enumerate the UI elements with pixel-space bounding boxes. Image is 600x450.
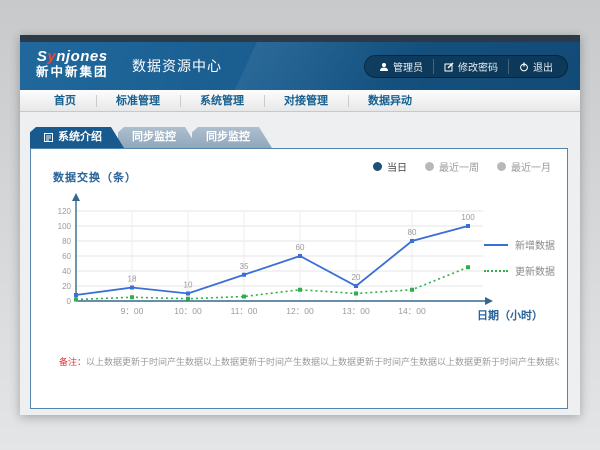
chart-panel: 当日 最近一周 最近一月 数据交换（条） 0 20 40 60 80 100 120 9：00… (30, 148, 568, 409)
data-point (130, 295, 134, 299)
data-point (466, 265, 470, 269)
data-point-label: 20 (352, 273, 361, 282)
user-menu-admin[interactable]: 管理员 (369, 59, 433, 74)
radio-last-month[interactable]: 最近一月 (497, 159, 551, 174)
tab-bar: 系统介绍 同步监控 同步监控 (30, 127, 266, 148)
solid-line-swatch (484, 244, 508, 246)
nav-item-home[interactable]: 首页 (34, 90, 96, 111)
data-point-label: 35 (240, 262, 249, 271)
app-header: Synjones 新中新集团 数据资源中心 管理员 修改密码 退出 (20, 42, 580, 90)
y-tick-label: 80 (62, 237, 71, 246)
data-point (186, 297, 190, 301)
page-title: 数据资源中心 (132, 42, 222, 90)
legend-item-updated-data[interactable]: 更新数据 (484, 263, 555, 278)
radio-dot (425, 162, 434, 171)
data-point (130, 286, 134, 290)
data-point (298, 288, 302, 292)
x-tick-label: 11：00 (231, 306, 258, 316)
legend-item-new-data[interactable]: 新增数据 (484, 237, 555, 252)
data-point-label: 10 (184, 281, 193, 290)
data-point (410, 288, 414, 292)
y-tick-label: 20 (62, 282, 71, 291)
data-point (354, 292, 358, 296)
company-logo: Synjones 新中新集团 (36, 48, 109, 80)
radio-selected-dot (373, 162, 382, 171)
y-axis-title: 数据交换（条） (53, 169, 137, 185)
x-tick-label: 9：00 (121, 306, 144, 316)
logo-subtext: 新中新集团 (36, 65, 109, 79)
change-password-button[interactable]: 修改密码 (433, 59, 508, 74)
edit-icon (444, 62, 454, 72)
y-tick-label: 60 (62, 252, 71, 261)
data-point (466, 224, 470, 228)
window-top-strip (20, 35, 580, 42)
user-icon (379, 62, 389, 72)
note-text: 以上数据更新于时间产生数据以上数据更新于时间产生数据以上数据更新于时间产生数据以… (86, 357, 559, 367)
tab-sync-monitor-2[interactable]: 同步监控 (192, 127, 272, 148)
y-tick-label: 40 (62, 267, 71, 276)
tab-sync-monitor-1[interactable]: 同步监控 (118, 127, 198, 148)
user-menu: 管理员 修改密码 退出 (364, 55, 568, 78)
data-point (74, 293, 78, 297)
time-range-filter: 当日 最近一周 最近一月 (373, 159, 551, 174)
nav-item-integration-mgmt[interactable]: 对接管理 (264, 90, 348, 111)
y-tick-label: 100 (58, 222, 72, 231)
data-point-label: 60 (296, 243, 305, 252)
app-window: Synjones 新中新集团 数据资源中心 管理员 修改密码 退出 首页 标准管… (20, 35, 580, 415)
footer-note: 备注：以上数据更新于时间产生数据以上数据更新于时间产生数据以上数据更新于时间产生… (59, 355, 559, 368)
data-point-label: 100 (461, 213, 475, 222)
data-point (242, 295, 246, 299)
y-tick-label: 120 (58, 207, 72, 216)
y-axis-arrow (72, 193, 80, 201)
chart-legend: 新增数据 更新数据 (484, 237, 555, 278)
note-prefix: 备注： (59, 357, 86, 367)
data-point-label: 18 (128, 275, 137, 284)
nav-item-system-mgmt[interactable]: 系统管理 (180, 90, 264, 111)
x-tick-label: 14：00 (398, 306, 426, 316)
dotted-line-swatch (484, 270, 508, 272)
x-tick-label: 13：00 (342, 306, 370, 316)
data-point (186, 292, 190, 296)
radio-dot (497, 162, 506, 171)
radio-today[interactable]: 当日 (373, 159, 407, 174)
data-point (242, 273, 246, 277)
tab-system-intro[interactable]: 系统介绍 (30, 127, 124, 148)
main-nav: 首页 标准管理 系统管理 对接管理 数据异动 (20, 90, 580, 112)
document-icon (44, 133, 53, 142)
radio-last-week[interactable]: 最近一周 (425, 159, 479, 174)
power-icon (519, 62, 529, 72)
data-point-label: 80 (408, 228, 417, 237)
content-area: 系统介绍 同步监控 同步监控 当日 最近一周 (20, 112, 580, 415)
nav-item-data-change[interactable]: 数据异动 (348, 90, 432, 111)
data-point (410, 239, 414, 243)
x-axis-title: 日期（小时） (477, 307, 543, 323)
logout-button[interactable]: 退出 (508, 59, 563, 74)
x-tick-label: 12：00 (286, 306, 314, 316)
x-tick-label: 10：00 (174, 306, 202, 316)
logo-text: Synjones (36, 48, 109, 65)
data-point (74, 298, 78, 302)
data-point (298, 254, 302, 258)
nav-item-standard-mgmt[interactable]: 标准管理 (96, 90, 180, 111)
data-point (354, 284, 358, 288)
x-axis-arrow (485, 297, 493, 305)
y-tick-label: 0 (67, 297, 72, 306)
